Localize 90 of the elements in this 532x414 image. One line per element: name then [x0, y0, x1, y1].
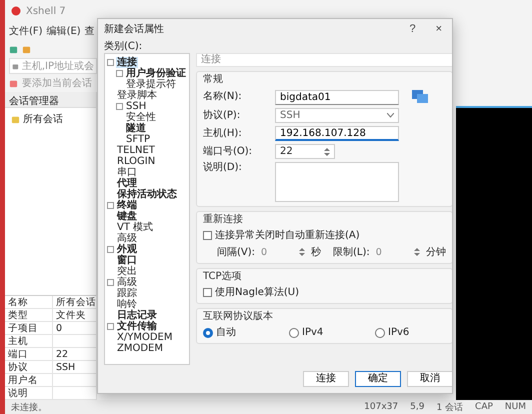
tree-item[interactable]: 外观 [116, 244, 138, 255]
collapse-toggle[interactable] [107, 202, 114, 209]
group-title: 常规 [203, 74, 224, 86]
radio-option[interactable]: IPv4 [289, 326, 345, 339]
tree-item[interactable]: 登录提示符 [125, 79, 177, 90]
spin-arrows-icon[interactable] [324, 146, 330, 156]
status-item: CAP [475, 402, 493, 412]
unit-label: 秒 [311, 246, 322, 259]
tree-item[interactable]: SFTP [125, 134, 152, 145]
window-title: Xshell 7 [26, 6, 66, 16]
group-title: 重新连接 [203, 214, 244, 226]
category-label: 类别(C): [104, 40, 144, 53]
tree-item[interactable]: 隧道 [125, 123, 147, 134]
collapse-toggle[interactable] [107, 246, 114, 253]
port-spinbox[interactable]: 22 [275, 144, 335, 159]
tree-item[interactable]: 日志记录 [116, 310, 158, 321]
tree-item[interactable]: VT 模式 [116, 222, 154, 233]
description-field[interactable] [275, 162, 399, 202]
field-label: 名称(N): [203, 91, 243, 103]
status-item: 1 会话 [436, 402, 464, 414]
tree-item[interactable]: 突出 [116, 266, 138, 277]
property-name: 类型 [5, 309, 53, 322]
chevron-down-icon [387, 113, 394, 118]
property-name: 主机 [5, 335, 53, 348]
radio-option[interactable]: 自动 [203, 326, 259, 339]
property-name: 协议 [5, 361, 53, 374]
status-item: 107x37 [364, 402, 398, 412]
tree-item[interactable]: 响铃 [116, 299, 138, 310]
field-label: 主机(H): [203, 128, 243, 140]
tree-item[interactable]: 登录脚本 [116, 90, 158, 101]
reconnect-checkbox[interactable]: 连接异常关闭时自动重新连接(A) [203, 229, 446, 242]
unit-label: 分钟 [426, 246, 446, 259]
host-field[interactable]: 192.168.107.128 [275, 126, 399, 141]
tree-item[interactable]: 保持活动状态 [116, 189, 178, 200]
name-field[interactable]: bigdata01 [275, 90, 399, 104]
dialog-button[interactable]: 取消 [406, 371, 452, 387]
app-logo-icon [11, 6, 21, 16]
dialog-title: 新建会话属性 [104, 22, 165, 36]
tree-item[interactable]: 终端 [116, 200, 138, 211]
property-name: 子项目 [5, 322, 53, 335]
status-text: 未连接。 [11, 402, 47, 414]
section-title: 连接 [196, 53, 452, 67]
session-folder[interactable]: 所有会话 [11, 112, 63, 126]
tree-item[interactable]: 用户身份验证 [125, 68, 187, 79]
panel-title: 会话管理器 [5, 92, 96, 108]
tree-item[interactable]: ZMODEM [116, 343, 164, 354]
tree-item[interactable]: 跟踪 [116, 288, 138, 299]
tree-item[interactable]: 高级 [116, 277, 138, 288]
tree-item[interactable]: 连接 [116, 57, 138, 68]
field-label: 协议(P): [203, 110, 242, 122]
tree-item[interactable]: RLOGIN [116, 156, 156, 167]
radio-option[interactable]: IPv6 [375, 326, 431, 339]
tree-item[interactable]: 文件传输 [116, 321, 158, 332]
collapse-toggle[interactable] [116, 103, 123, 110]
tree-item[interactable]: 高级 [116, 233, 138, 244]
collapse-toggle[interactable] [107, 323, 114, 330]
computers-icon [411, 89, 429, 105]
close-button[interactable]: × [432, 23, 446, 35]
dialog-button[interactable]: 确定 [354, 371, 401, 387]
tree-item[interactable]: 窗口 [116, 255, 138, 266]
collapse-toggle[interactable] [107, 279, 114, 286]
tree-item[interactable]: SSH [125, 101, 148, 112]
protocol-dropdown[interactable]: SSH [275, 108, 399, 123]
property-name: 用户名 [5, 374, 53, 387]
spin-arrows-icon[interactable] [414, 247, 420, 257]
dialog-button[interactable]: 连接 [302, 371, 349, 387]
group-title: TCP选项 [203, 271, 243, 283]
field-label: 间隔(V): [217, 246, 256, 259]
tree-item[interactable]: 串口 [116, 167, 138, 178]
tree-item[interactable]: 代理 [116, 178, 138, 189]
session-hint: 要添加当前会话 [22, 76, 92, 90]
menu-item[interactable]: 查 [84, 24, 95, 38]
status-item: 5,9 [410, 402, 424, 412]
group-title: 互联网协议版本 [203, 311, 274, 323]
property-name: 端口 [5, 348, 53, 361]
tree-item[interactable]: 键盘 [116, 211, 138, 222]
tree-item[interactable]: TELNET [116, 145, 156, 156]
status-item: NUM [504, 402, 526, 412]
address-placeholder: 主机,IP地址或会 [22, 60, 94, 73]
help-button[interactable]: ? [405, 23, 420, 35]
menu-item[interactable]: 文件(F) [9, 24, 43, 38]
spin-arrows-icon[interactable] [299, 247, 306, 257]
nagle-checkbox[interactable]: 使用Nagle算法(U) [203, 286, 446, 299]
menu-item[interactable]: 编辑(E) [46, 24, 81, 38]
tree-item[interactable]: 安全性 [125, 112, 157, 123]
field-label: 端口号(O): [203, 146, 254, 158]
property-name: 名称 [5, 296, 53, 309]
field-label: 说明(D): [203, 162, 243, 174]
tree-item[interactable]: X/YMODEM [116, 332, 174, 343]
field-label: 限制(L): [333, 246, 370, 259]
